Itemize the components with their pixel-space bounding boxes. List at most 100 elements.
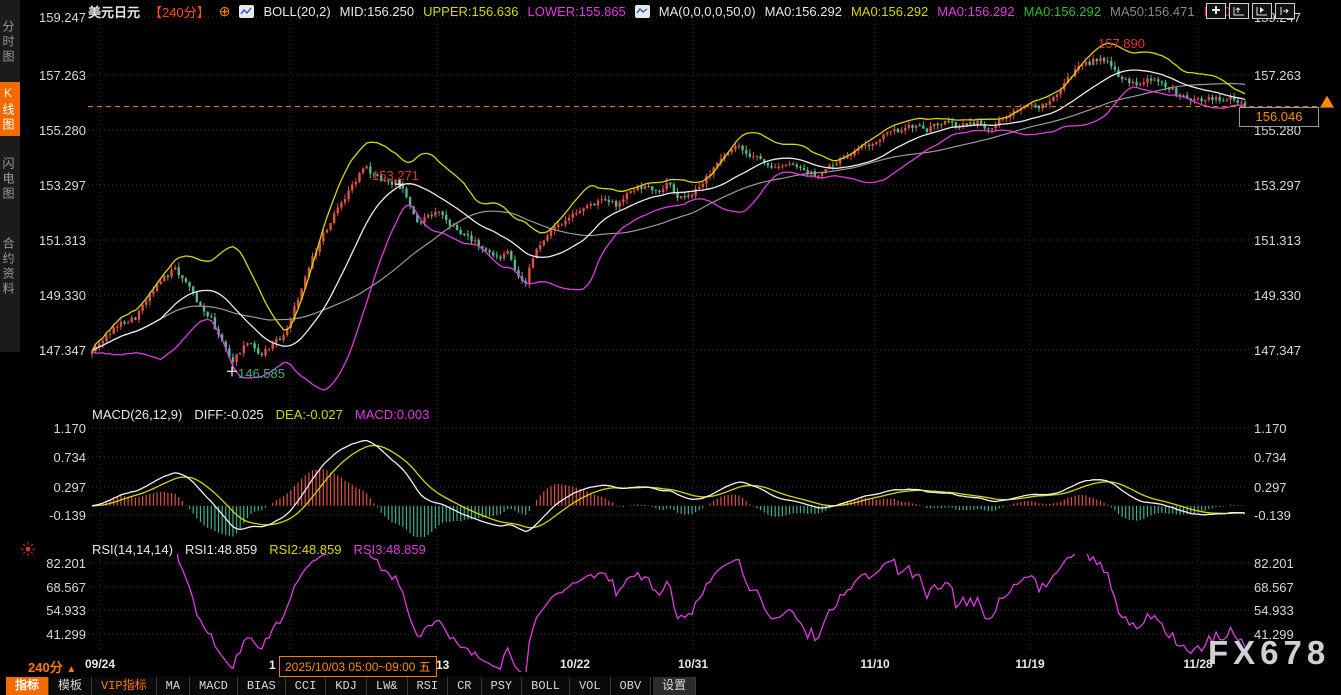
ma-name: MA(0,0,0,0,50,0): [659, 4, 756, 19]
rsi-name: RSI(14,14,14): [92, 542, 173, 557]
chart-header: 美元日元 【240分】 ⊕ BOLL(20,2) MID:156.250 UPP…: [88, 2, 1241, 20]
toolbar-obv-button[interactable]: OBV: [611, 677, 652, 695]
macd-axis-label: 1.170: [1254, 421, 1324, 436]
macd-diff-value: DIFF:-0.025: [194, 407, 263, 422]
price-axis-label: 147.347: [24, 343, 86, 358]
macd-axis-label: 1.170: [24, 421, 86, 436]
sidebar-item-kline-chart[interactable]: K线图: [0, 82, 20, 136]
left-sidebar: 分时图 K线图 闪电图 合约资料: [0, 0, 20, 352]
rsi3-value: RSI3:48.859: [354, 542, 426, 557]
boll-name: BOLL(20,2): [263, 4, 330, 19]
macd-value: MACD:0.003: [355, 407, 429, 422]
rsi-axis-label: 54.933: [1254, 603, 1324, 618]
price-axis-label: 155.280: [24, 123, 86, 138]
ma-indicator-icon[interactable]: [635, 5, 650, 18]
last-price-arrow-icon: [1320, 96, 1334, 108]
time-label-fragment: 13: [436, 658, 449, 672]
rsi-axis-label: 82.201: [24, 556, 86, 571]
rsi-header: RSI(14,14,14) RSI1:48.859 RSI2:48.859 RS…: [92, 542, 426, 557]
toolbar-settings-button[interactable]: 设置: [653, 677, 696, 695]
price-axis-label: 151.313: [24, 233, 86, 248]
time-axis-label: 11/19: [1002, 657, 1058, 671]
sidebar-item-timeline-chart[interactable]: 分时图: [0, 8, 20, 76]
toolbar-kdj-button[interactable]: KDJ: [326, 677, 367, 695]
toolbar-lw-button[interactable]: LW&: [367, 677, 408, 695]
macd-axis-label: 0.297: [24, 480, 86, 495]
time-axis-label: 10/22: [547, 657, 603, 671]
toolbar-cci-button[interactable]: CCI: [286, 677, 327, 695]
toolbar-ma-button[interactable]: MA: [157, 677, 190, 695]
toolbar-cr-button[interactable]: CR: [448, 677, 481, 695]
ma0-value-1: MA0:156.292: [765, 4, 842, 19]
price-axis-label: 157.263: [24, 68, 86, 83]
pan-right-icon[interactable]: [1275, 3, 1295, 19]
toolbar-template-button[interactable]: 模板: [49, 677, 92, 695]
macd-axis-label: 0.734: [24, 450, 86, 465]
period-selector[interactable]: 240分 ▲: [28, 657, 76, 676]
price-axis-label: 149.330: [24, 288, 86, 303]
macd-name: MACD(26,12,9): [92, 407, 182, 422]
last-price-tag: 156.046: [1239, 107, 1319, 127]
candles-layer: [91, 43, 1246, 390]
symbol-name: 美元日元: [88, 2, 140, 21]
rsi-axis-label: 54.933: [24, 603, 86, 618]
price-axis-label: 151.313: [1254, 233, 1324, 248]
ma0-value-4: MA0:156.292: [1024, 4, 1101, 19]
time-axis-label: 11/10: [847, 657, 903, 671]
high-price-annotation: 157.890: [1098, 36, 1145, 51]
macd-axis-label: -0.139: [1254, 508, 1324, 523]
crosshair-price-annotation: 153.271: [372, 168, 419, 183]
time-axis-label: 10/31: [665, 657, 721, 671]
crosshair-icon[interactable]: [1206, 3, 1226, 19]
toolbar-psy-button[interactable]: PSY: [482, 677, 523, 695]
price-axis-label: 147.347: [1254, 343, 1324, 358]
macd-header: MACD(26,12,9) DIFF:-0.025 DEA:-0.027 MAC…: [92, 407, 429, 422]
boll-indicator-icon[interactable]: [239, 5, 254, 18]
period-label[interactable]: 【240分】: [149, 2, 210, 21]
boll-lower-value: LOWER:155.865: [528, 4, 626, 19]
sidebar-item-contract-info[interactable]: 合约资料: [0, 222, 20, 312]
macd-axis-label: 0.734: [1254, 450, 1324, 465]
price-axis-label: 153.297: [1254, 178, 1324, 193]
boll-upper-value: UPPER:156.636: [423, 4, 518, 19]
rsi-axis-label: 82.201: [1254, 556, 1324, 571]
crosshair-time-box: 2025/10/03 05:00~09:00 五: [279, 656, 437, 677]
indicator-toolbar: 指标 模板 VIP指标 MA MACD BIAS CCI KDJ LW& RSI…: [6, 677, 696, 695]
chart-tools: [1206, 3, 1295, 19]
sidebar-item-flash-chart[interactable]: 闪电图: [0, 145, 20, 213]
macd-axis-label: -0.139: [24, 508, 86, 523]
rsi-axis-label: 68.567: [24, 580, 86, 595]
boll-mid-value: MID:156.250: [340, 4, 414, 19]
rsi2-value: RSI2:48.859: [269, 542, 341, 557]
add-compare-icon[interactable]: ⊕: [219, 3, 231, 20]
toolbar-vol-button[interactable]: VOL: [570, 677, 611, 695]
rsi-axis-label: 41.299: [24, 627, 86, 642]
toolbar-vip-button[interactable]: VIP指标: [92, 677, 157, 695]
ma0-value-2: MA0:156.292: [851, 4, 928, 19]
toolbar-bias-button[interactable]: BIAS: [238, 677, 286, 695]
time-label-fragment: 1: [269, 658, 276, 672]
macd-axis-label: 0.297: [1254, 480, 1324, 495]
toolbar-rsi-button[interactable]: RSI: [408, 677, 449, 695]
toolbar-boll-button[interactable]: BOLL: [522, 677, 570, 695]
ma0-value-3: MA0:156.292: [937, 4, 1014, 19]
price-axis-label: 149.330: [1254, 288, 1324, 303]
rsi-layer: [143, 540, 1245, 675]
macd-dea-value: DEA:-0.027: [276, 407, 343, 422]
macd-layer: [92, 441, 1245, 541]
time-axis-label: 09/24: [72, 657, 128, 671]
ma50-value: MA50:156.471: [1110, 4, 1195, 19]
watermark-logo: FX678: [1208, 634, 1330, 672]
price-axis-label: 153.297: [24, 178, 86, 193]
low-price-annotation: 146.585: [238, 366, 285, 381]
price-axis-label: 157.263: [1254, 68, 1324, 83]
axis-zoom-in-icon[interactable]: [1229, 3, 1249, 19]
cross-marker-icon: [227, 366, 237, 376]
toolbar-macd-button[interactable]: MACD: [190, 677, 238, 695]
toolbar-indicators-button[interactable]: 指标: [6, 677, 49, 695]
chart-canvas[interactable]: [0, 0, 1341, 695]
rsi-axis-label: 68.567: [1254, 580, 1324, 595]
axis-play-icon[interactable]: [1252, 3, 1272, 19]
price-axis-label: 159.247: [24, 10, 86, 25]
rsi1-value: RSI1:48.859: [185, 542, 257, 557]
